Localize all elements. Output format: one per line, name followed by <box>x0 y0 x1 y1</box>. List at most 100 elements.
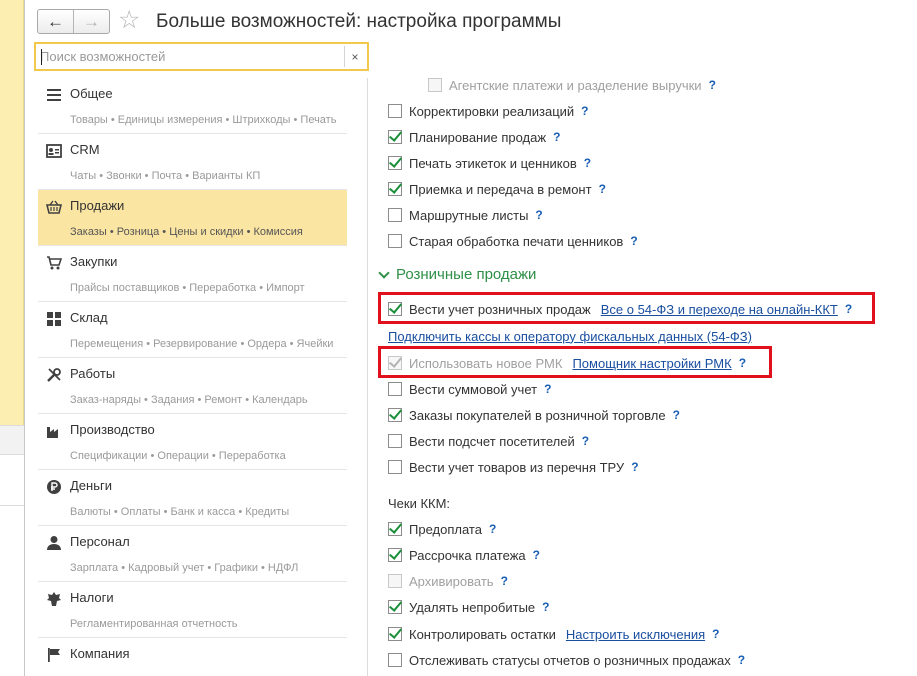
checkbox-checked[interactable] <box>388 156 402 170</box>
checkbox-checked[interactable] <box>388 302 402 316</box>
help-icon[interactable]: ? <box>673 408 680 422</box>
forward-button[interactable]: → <box>74 10 109 33</box>
person-icon <box>46 535 62 550</box>
clear-search-button[interactable]: × <box>344 46 365 67</box>
option-prepayment[interactable]: Предоплата ? <box>388 519 496 539</box>
option-control-stock[interactable]: Контролировать остатки Настроить исключе… <box>388 624 719 644</box>
checkbox[interactable] <box>388 653 402 667</box>
category-item-crm[interactable]: CRM Чаты • Звонки • Почта • Варианты КП <box>38 134 347 190</box>
option-sales-corrections[interactable]: Корректировки реализаций ? <box>388 101 589 121</box>
help-icon[interactable]: ? <box>738 653 745 667</box>
category-item-production[interactable]: Производство Спецификации • Операции • П… <box>38 414 347 470</box>
checkbox-checked[interactable] <box>388 600 402 614</box>
category-subitems: Валюты • Оплаты • Банк и касса • Кредиты <box>70 506 290 518</box>
option-label: Заказы покупателей в розничной торговле <box>409 407 666 423</box>
option-track-report-status[interactable]: Отслеживать статусы отчетов о розничных … <box>388 650 745 670</box>
help-icon[interactable]: ? <box>542 600 549 614</box>
category-name: Продажи <box>70 198 125 213</box>
help-icon[interactable]: ? <box>712 627 719 641</box>
chevron-down-icon <box>378 266 390 279</box>
option-new-rmk[interactable]: Использовать новое РМК Помощник настройк… <box>388 353 746 373</box>
connect-registers-row: Подключить кассы к оператору фискальных … <box>388 326 752 346</box>
option-tru-goods[interactable]: Вести учет товаров из перечня ТРУ ? <box>388 457 639 477</box>
checkbox-checked[interactable] <box>388 130 402 144</box>
help-icon[interactable]: ? <box>739 356 746 370</box>
option-visitor-count[interactable]: Вести подсчет посетителей ? <box>388 431 589 451</box>
option-repair-intake[interactable]: Приемка и передача в ремонт ? <box>388 179 606 199</box>
help-icon[interactable]: ? <box>544 382 551 396</box>
category-item-money[interactable]: Деньги Валюты • Оплаты • Банк и касса • … <box>38 470 347 526</box>
checkbox[interactable] <box>388 434 402 448</box>
checkbox[interactable] <box>388 460 402 474</box>
help-icon[interactable]: ? <box>581 104 588 118</box>
panel-splitter[interactable] <box>367 78 368 676</box>
option-label: Предоплата <box>409 521 482 537</box>
checkbox-checked[interactable] <box>388 408 402 422</box>
option-route-sheets[interactable]: Маршрутные листы ? <box>388 205 543 225</box>
checkbox-checked[interactable] <box>388 182 402 196</box>
category-name: Персонал <box>70 534 130 549</box>
rmk-assistant-link[interactable]: Помощник настройки РМК <box>572 356 731 371</box>
category-item-purchases[interactable]: Закупки Прайсы поставщиков • Переработка… <box>38 246 347 302</box>
checkbox[interactable] <box>428 78 442 92</box>
help-icon[interactable]: ? <box>630 234 637 248</box>
checkbox-checked[interactable] <box>388 548 402 562</box>
category-item-sales[interactable]: Продажи Заказы • Розница • Цены и скидки… <box>38 190 347 246</box>
help-icon[interactable]: ? <box>845 302 852 316</box>
ruble-coin-icon <box>46 479 62 494</box>
option-label: Архивировать <box>409 573 494 589</box>
favorite-star-icon[interactable]: ☆ <box>118 8 140 33</box>
54fz-info-link[interactable]: Все о 54-ФЗ и переходе на онлайн-ККТ <box>601 302 838 317</box>
help-icon[interactable]: ? <box>489 522 496 536</box>
category-item-taxes[interactable]: Налоги Регламентированная отчетность <box>38 582 347 638</box>
checkbox[interactable] <box>388 104 402 118</box>
option-agent-payments[interactable]: Агентские платежи и разделение выручки ? <box>428 75 716 95</box>
checkbox[interactable] <box>388 208 402 222</box>
option-label: Вести учет розничных продаж <box>409 301 591 317</box>
category-name: CRM <box>70 142 100 157</box>
configure-exceptions-link[interactable]: Настроить исключения <box>566 627 705 642</box>
option-retail-orders[interactable]: Заказы покупателей в розничной торговле … <box>388 405 680 425</box>
category-item-company[interactable]: Компания <box>38 638 347 676</box>
help-icon[interactable]: ? <box>535 208 542 222</box>
connect-registers-link[interactable]: Подключить кассы к оператору фискальных … <box>388 329 752 344</box>
checkbox[interactable] <box>388 234 402 248</box>
settings-panel: Агентские платежи и разделение выручки ?… <box>378 0 908 676</box>
help-icon[interactable]: ? <box>582 434 589 448</box>
option-sum-accounting[interactable]: Вести суммовой учет ? <box>388 379 551 399</box>
help-icon[interactable]: ? <box>599 182 606 196</box>
category-item-warehouse[interactable]: Склад Перемещения • Резервирование • Орд… <box>38 302 347 358</box>
option-sales-planning[interactable]: Планирование продаж ? <box>388 127 560 147</box>
option-label: Отслеживать статусы отчетов о розничных … <box>409 652 731 668</box>
option-installment[interactable]: Рассрочка платежа ? <box>388 545 540 565</box>
checkbox[interactable] <box>388 574 402 588</box>
search-input[interactable] <box>40 47 340 66</box>
category-item-personnel[interactable]: Персонал Зарплата • Кадровый учет • Граф… <box>38 526 347 582</box>
help-icon[interactable]: ? <box>553 130 560 144</box>
option-old-price-tags[interactable]: Старая обработка печати ценников ? <box>388 231 638 251</box>
help-icon[interactable]: ? <box>501 574 508 588</box>
option-print-labels[interactable]: Печать этикеток и ценников ? <box>388 153 591 173</box>
option-label: Печать этикеток и ценников <box>409 155 577 171</box>
option-archive[interactable]: Архивировать ? <box>388 571 508 591</box>
checkbox-checked[interactable] <box>388 522 402 536</box>
category-item-works[interactable]: Работы Заказ-наряды • Задания • Ремонт •… <box>38 358 347 414</box>
category-item-general[interactable]: Общее Товары • Единицы измерения • Штрих… <box>38 78 347 134</box>
section-retail-header[interactable]: Розничные продажи <box>378 266 536 283</box>
option-label: Агентские платежи и разделение выручки <box>449 77 702 93</box>
help-icon[interactable]: ? <box>533 548 540 562</box>
checkbox-checked[interactable] <box>388 356 402 370</box>
help-icon[interactable]: ? <box>584 156 591 170</box>
checkbox[interactable] <box>388 382 402 396</box>
category-name: Налоги <box>70 590 114 605</box>
back-button[interactable]: ← <box>38 10 74 33</box>
option-delete-unpunched[interactable]: Удалять непробитые ? <box>388 597 550 617</box>
option-keep-retail[interactable]: Вести учет розничных продаж Все о 54-ФЗ … <box>388 299 852 319</box>
category-subitems: Перемещения • Резервирование • Ордера • … <box>70 338 334 350</box>
factory-icon <box>46 423 62 438</box>
menu-icon <box>46 87 62 101</box>
checkbox-checked[interactable] <box>388 627 402 641</box>
help-icon[interactable]: ? <box>709 78 716 92</box>
help-icon[interactable]: ? <box>631 460 638 474</box>
option-label: Вести учет товаров из перечня ТРУ <box>409 459 625 475</box>
